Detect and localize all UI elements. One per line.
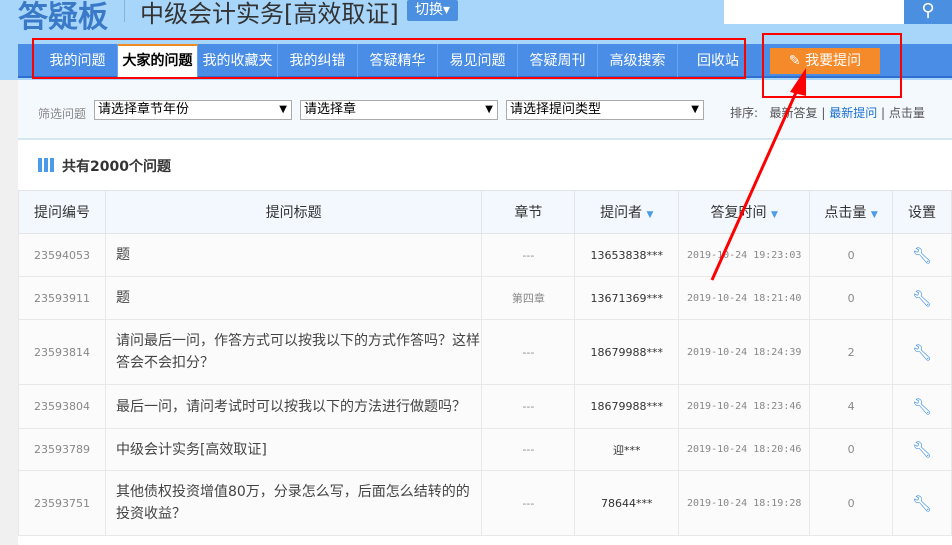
annotation-arrow (710, 68, 806, 281)
